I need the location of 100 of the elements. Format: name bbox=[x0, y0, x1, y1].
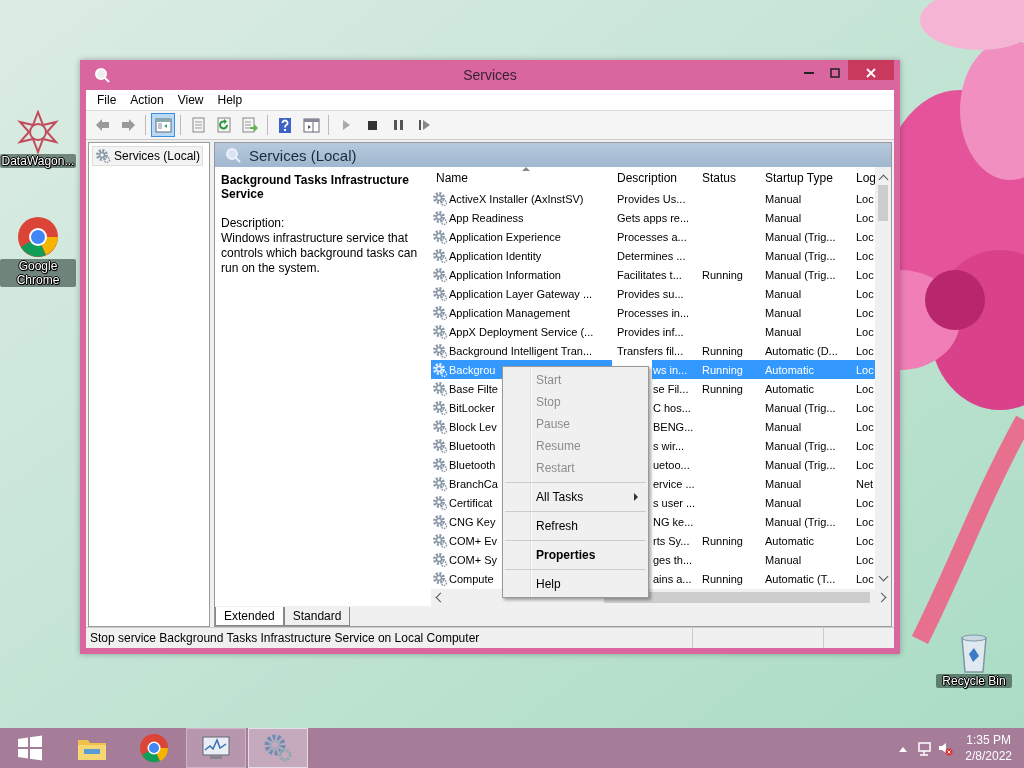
vertical-scrollbar[interactable] bbox=[875, 167, 891, 589]
startup-type-cell-text: Automatic bbox=[764, 382, 815, 395]
log-on-cell-text: Loc bbox=[855, 553, 875, 566]
scroll-thumb[interactable] bbox=[878, 185, 888, 221]
gear-icon bbox=[432, 418, 448, 435]
description-cell-text: Provides inf... bbox=[616, 325, 685, 338]
document-list-icon bbox=[189, 116, 207, 134]
status-cell-text: Running bbox=[701, 572, 744, 585]
service-name-cell[interactable]: COM+ Ev bbox=[449, 534, 497, 547]
service-name-cell[interactable]: Compute bbox=[449, 572, 494, 585]
scroll-thumb[interactable] bbox=[604, 592, 870, 603]
gear-icon bbox=[432, 247, 448, 264]
taskbar-button[interactable] bbox=[186, 728, 246, 768]
service-name-cell[interactable]: AppX Deployment Service (... bbox=[449, 325, 594, 338]
column-header[interactable]: Startup Type bbox=[760, 167, 851, 189]
menu-item[interactable]: Help bbox=[210, 93, 250, 107]
log-on-cell-text: Loc bbox=[855, 382, 875, 395]
browser-icon[interactable] bbox=[16, 215, 60, 259]
minimize-icon bbox=[804, 72, 814, 74]
service-name-cell[interactable]: BitLocker bbox=[449, 401, 495, 414]
startup-type-cell-text: Manual bbox=[764, 420, 803, 433]
browser-icon bbox=[138, 732, 170, 764]
service-name-cell[interactable]: ActiveX Installer (AxInstSV) bbox=[449, 192, 584, 205]
gear-icon bbox=[432, 532, 448, 549]
service-name-cell[interactable]: Application Experience bbox=[449, 230, 561, 243]
status-cell-text: Running bbox=[701, 344, 744, 357]
startup-type-cell-text: Manual (Trig... bbox=[764, 439, 837, 452]
view-tab[interactable]: Standard bbox=[283, 607, 351, 626]
gear-icon bbox=[95, 148, 111, 164]
context-menu-item[interactable]: Refresh bbox=[505, 515, 646, 537]
context-menu-item[interactable]: Help bbox=[505, 573, 646, 595]
startup-type-cell-text: Automatic (D... bbox=[764, 344, 839, 357]
description-cell: s user ... bbox=[652, 496, 697, 509]
description-cell: ws in... bbox=[652, 360, 697, 379]
network-icon[interactable] bbox=[917, 740, 933, 756]
view-tab[interactable]: Extended bbox=[215, 607, 284, 626]
context-menu-item[interactable]: All Tasks bbox=[505, 486, 646, 508]
panes-icon bbox=[154, 116, 172, 134]
service-name-cell[interactable]: Application Layer Gateway ... bbox=[449, 287, 593, 300]
description-cell-text: se Fil... bbox=[652, 382, 690, 395]
column-header[interactable]: Status bbox=[697, 167, 760, 189]
log-on-cell-text: Net bbox=[855, 477, 875, 490]
service-name-cell[interactable]: Certificat bbox=[449, 496, 493, 509]
log-on-cell-text: Loc bbox=[855, 496, 875, 509]
description-text: Windows infrastructure service that controls which background tasks can run on the system. bbox=[221, 231, 419, 276]
clock-time: 1:35 PM bbox=[965, 732, 1012, 748]
submenu-arrow-icon bbox=[634, 493, 638, 501]
window-title: Services bbox=[462, 67, 518, 83]
taskbar-button[interactable] bbox=[248, 728, 308, 768]
gear-icon bbox=[432, 494, 448, 511]
tree-item[interactable]: Services (Local) bbox=[92, 146, 204, 166]
description-cell-text: ges th... bbox=[652, 553, 694, 566]
menu-item[interactable]: File bbox=[90, 93, 124, 107]
gear-icon bbox=[432, 380, 448, 397]
startup-type-cell-text: Manual bbox=[764, 192, 803, 205]
startup-type-cell-text: Manual bbox=[764, 477, 803, 490]
service-name-cell[interactable]: Bluetooth bbox=[449, 458, 496, 471]
service-name-cell[interactable]: Background Intelligent Tran... bbox=[449, 344, 593, 357]
context-menu-item[interactable]: Properties bbox=[505, 544, 646, 566]
description-cell-text: Processes in... bbox=[616, 306, 691, 319]
service-name-cell[interactable]: Bluetooth bbox=[449, 439, 496, 452]
desktop-icon-label[interactable]: Google Chrome bbox=[0, 259, 76, 287]
description-cell-text: s wir... bbox=[652, 439, 686, 452]
column-header[interactable]: Name bbox=[431, 167, 612, 189]
close-icon bbox=[866, 68, 876, 78]
description-cell-text: Facilitates t... bbox=[616, 268, 683, 281]
magnifier-icon bbox=[94, 67, 110, 83]
startup-type-cell-text: Manual (Trig... bbox=[764, 230, 837, 243]
service-name-cell[interactable]: Application Information bbox=[449, 268, 561, 281]
menu-item[interactable]: Action bbox=[123, 93, 171, 107]
gear-icon bbox=[432, 209, 448, 226]
startup-type-cell: Automatic bbox=[760, 360, 851, 379]
startup-type-cell-text: Automatic (T... bbox=[764, 572, 837, 585]
log-on-cell-text: Loc bbox=[855, 439, 875, 452]
menu-item[interactable]: View bbox=[170, 93, 211, 107]
log-on-cell-text: Loc bbox=[855, 230, 875, 243]
column-header[interactable]: Log bbox=[851, 167, 875, 189]
column-header[interactable]: Description bbox=[612, 167, 697, 189]
log-on-cell-text: Loc bbox=[855, 192, 875, 205]
desktop-icon-label[interactable]: Recycle Bin bbox=[936, 674, 1012, 688]
service-name-cell[interactable]: Base Filte bbox=[449, 382, 498, 395]
log-on-cell-text: Loc bbox=[855, 572, 875, 585]
gear-icon bbox=[432, 475, 448, 492]
startup-type-cell-text: Manual (Trig... bbox=[764, 401, 837, 414]
description-cell-text: Provides su... bbox=[616, 287, 685, 300]
service-name-cell[interactable]: App Readiness bbox=[449, 211, 524, 224]
star-emblem-icon[interactable] bbox=[16, 110, 60, 154]
log-on-cell-text: Loc bbox=[855, 515, 875, 528]
service-name-cell[interactable]: Application Management bbox=[449, 306, 571, 319]
service-name-cell[interactable]: CNG Key bbox=[449, 515, 496, 528]
refresh-icon bbox=[215, 116, 233, 134]
desktop-icon-label[interactable]: DataWagon... bbox=[0, 154, 76, 168]
status-cell-text: Running bbox=[701, 534, 744, 547]
service-name-cell[interactable]: BranchCa bbox=[449, 477, 498, 490]
service-name-cell[interactable]: COM+ Sy bbox=[449, 553, 497, 566]
description-cell-text: Gets apps re... bbox=[616, 211, 691, 224]
muted-speaker-icon[interactable] bbox=[938, 740, 954, 756]
service-name-cell[interactable]: Block Lev bbox=[449, 420, 497, 433]
service-name-cell[interactable]: Application Identity bbox=[449, 249, 542, 262]
close-button[interactable] bbox=[848, 60, 894, 80]
